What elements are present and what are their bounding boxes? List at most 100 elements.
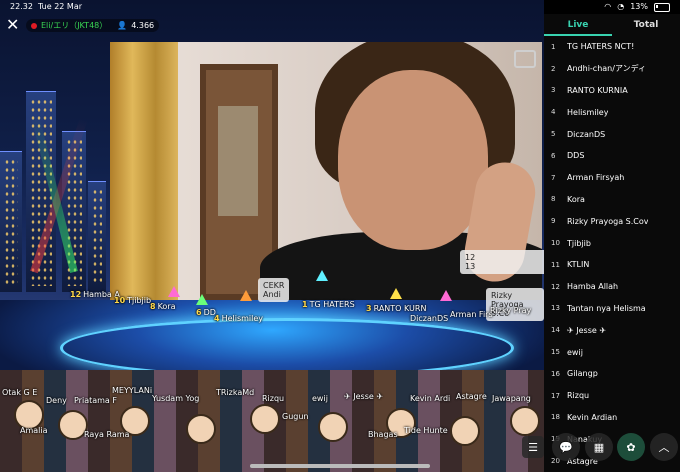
- alarm-icon: ◔: [617, 2, 625, 11]
- rank-number: 5: [551, 130, 556, 139]
- rank-number: 13: [551, 304, 560, 313]
- rank-username: RANTO KURNIA: [567, 85, 628, 95]
- rank-number: 6: [551, 151, 556, 160]
- grid-icon: ▦: [593, 440, 605, 454]
- ranking-tabs: Live Total: [544, 14, 680, 36]
- rank-username: Tantan nya Helisma: [567, 303, 646, 313]
- avatar-info-card[interactable]: Rizky Prayoga S.Co: [486, 288, 544, 321]
- ranking-row[interactable]: 12 Hamba Allah: [544, 276, 680, 298]
- building: [0, 151, 22, 292]
- avatar-label[interactable]: MEYYLANi: [112, 386, 152, 395]
- rank-username: DiczanDS: [567, 129, 606, 139]
- ranking-row[interactable]: 8 Kora: [544, 189, 680, 211]
- avatar-label[interactable]: ✈ Jesse ✈: [344, 392, 383, 401]
- close-icon[interactable]: ✕: [6, 17, 20, 33]
- ranking-row[interactable]: 13 Tantan nya Helisma: [544, 298, 680, 320]
- status-bar: 22.32 Tue 22 Mar ◠ ◔ 13%: [0, 0, 680, 14]
- ranking-row[interactable]: 14 ✈ Jesse ✈: [544, 319, 680, 341]
- rank-username: DDS: [567, 151, 585, 161]
- avatar-label[interactable]: 6 DD: [196, 308, 216, 317]
- avatar-label[interactable]: Raya Rama: [84, 430, 129, 439]
- avatar-label[interactable]: TRizkaMd: [216, 388, 254, 397]
- battery-icon: [654, 2, 670, 12]
- avatar-label[interactable]: Bhagas: [368, 430, 398, 439]
- curtain: [110, 42, 178, 300]
- avatar-label[interactable]: Yusdam Yog: [152, 394, 199, 403]
- ribbon-icon: ✿: [626, 440, 636, 454]
- ranking-row[interactable]: 1 TG HATERS NCT!: [544, 36, 680, 58]
- avatar-label[interactable]: 1 TG HATERS: [302, 300, 355, 309]
- avatar-label[interactable]: Kevin Ardi: [410, 394, 450, 403]
- avatar-label[interactable]: Tide Hunte: [404, 426, 448, 435]
- ranking-row[interactable]: 18 Kevin Ardian: [544, 407, 680, 429]
- building: [88, 181, 106, 292]
- avatar-label[interactable]: Rizky Pray: [488, 306, 531, 315]
- gift-button[interactable]: ✿: [617, 433, 645, 461]
- ranking-row[interactable]: 10 Tjibjib: [544, 232, 680, 254]
- avatar-label[interactable]: Astagre: [456, 392, 487, 401]
- rank-username: KTLIN: [567, 260, 590, 270]
- avatar-label[interactable]: 4 Helismiley: [214, 314, 263, 323]
- rank-username: ✈ Jesse ✈: [567, 325, 607, 335]
- rank-username: Arman Firsyah: [567, 173, 625, 183]
- rank-number: 10: [551, 239, 560, 248]
- live-room-info[interactable]: Eli/エリ（JKT48） 👤 4.366: [26, 19, 160, 32]
- avatar-label[interactable]: Gugun: [282, 412, 309, 421]
- avatar-label[interactable]: 8 Kora: [150, 302, 176, 311]
- performer-face: [338, 70, 488, 250]
- ranking-row[interactable]: 2 Andhi-chan/アンディ: [544, 58, 680, 80]
- wifi-icon: ◠: [604, 2, 612, 11]
- rank-username: ewij: [567, 347, 583, 357]
- tab-total[interactable]: Total: [612, 14, 680, 36]
- rank-number: 3: [551, 86, 556, 95]
- rank-number: 4: [551, 108, 556, 117]
- rank-number: 2: [551, 64, 556, 73]
- rank-number: 16: [551, 369, 560, 378]
- avatar-crowd: [0, 370, 544, 472]
- comment-list-button[interactable]: ☰: [522, 436, 544, 458]
- list-icon: ☰: [528, 440, 538, 454]
- avatar-label[interactable]: ewij: [312, 394, 328, 403]
- rank-number: 8: [551, 195, 556, 204]
- camera-icon[interactable]: [514, 50, 536, 68]
- avatar-label[interactable]: Jawapang: [492, 394, 531, 403]
- avatar-label[interactable]: 3 RANTO KURN: [366, 304, 426, 313]
- avatar-label[interactable]: Amalia: [20, 426, 48, 435]
- collapse-button[interactable]: ︿: [650, 433, 678, 461]
- rank-username: Tjibjib: [567, 238, 591, 248]
- avatar-label[interactable]: 10 Tjibjib: [114, 296, 151, 305]
- chat-button[interactable]: 💬: [552, 433, 580, 461]
- rank-username: Hamba Allah: [567, 282, 619, 292]
- ranking-row[interactable]: 4 Helismiley: [544, 101, 680, 123]
- ranking-row[interactable]: 17 Rizqu: [544, 385, 680, 407]
- stage-ring: [60, 318, 514, 378]
- date: Tue 22 Mar: [38, 2, 83, 11]
- rank-number: 14: [551, 326, 560, 335]
- tab-live[interactable]: Live: [544, 14, 612, 36]
- ranking-row[interactable]: 15 ewij: [544, 341, 680, 363]
- home-indicator[interactable]: [250, 464, 430, 468]
- avatar-label[interactable]: Rizqu: [262, 394, 284, 403]
- avatar-info-card[interactable]: CEKR Andi: [258, 278, 290, 302]
- avatar-info-card[interactable]: 12 13: [460, 250, 544, 274]
- ranking-row[interactable]: 5 DiczanDS: [544, 123, 680, 145]
- grid-button[interactable]: ▦: [585, 433, 613, 461]
- rank-number: 18: [551, 413, 560, 422]
- avatar-label[interactable]: 12 Hamba A: [70, 290, 120, 299]
- ranking-row[interactable]: 16 Gilangp: [544, 363, 680, 385]
- avatar-label[interactable]: Deny: [46, 396, 67, 405]
- ranking-row[interactable]: 7 Arman Firsyah: [544, 167, 680, 189]
- avatar-label[interactable]: DiczanDS: [408, 314, 448, 323]
- rank-username: Rizky Prayoga S.Cov: [567, 216, 649, 226]
- ranking-row[interactable]: 9 Rizky Prayoga S.Cov: [544, 210, 680, 232]
- avatar-label[interactable]: Arman Firs: [448, 310, 493, 319]
- ranking-row[interactable]: 3 RANTO KURNIA: [544, 80, 680, 102]
- ranking-row[interactable]: 6 DDS: [544, 145, 680, 167]
- avatar-label[interactable]: Priatama F: [74, 396, 117, 405]
- rank-username: Andhi-chan/アンディ: [567, 64, 647, 74]
- ranking-row[interactable]: 11 KTLIN: [544, 254, 680, 276]
- viewer-count: 4.366: [131, 21, 155, 30]
- rank-number: 12: [551, 282, 560, 291]
- ranking-list: 1 TG HATERS NCT! 2 Andhi-chan/アンディ 3 RANTO KU…: [544, 36, 680, 472]
- avatar-label[interactable]: Otak G E: [2, 388, 37, 397]
